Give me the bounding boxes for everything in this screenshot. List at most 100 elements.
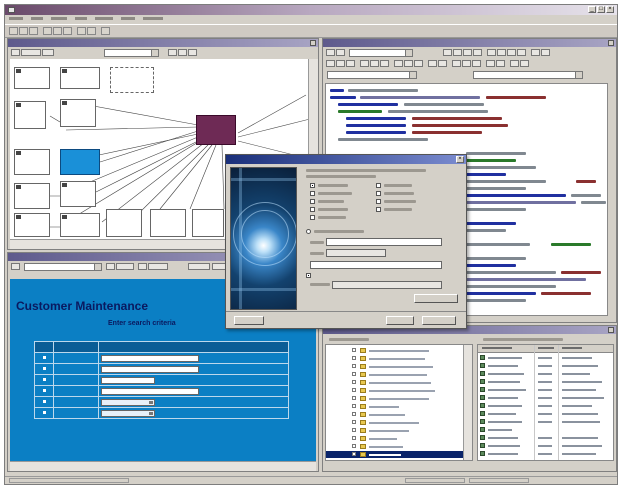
diagram-entity[interactable] <box>110 67 154 93</box>
toolbar-button[interactable] <box>87 27 96 35</box>
toolbar-button[interactable] <box>497 49 506 56</box>
location-dropdown[interactable] <box>326 249 386 257</box>
toolbar-button[interactable] <box>53 27 62 35</box>
event-selector[interactable] <box>473 71 583 79</box>
toolbar-button[interactable] <box>11 263 20 270</box>
toolbar-button[interactable] <box>336 60 345 67</box>
search-text-field[interactable] <box>101 376 155 384</box>
option-checkbox[interactable] <box>376 207 381 212</box>
dialog-button[interactable] <box>234 316 264 325</box>
toolbar-button[interactable] <box>29 27 38 35</box>
toolbar-button[interactable] <box>326 60 335 67</box>
chevron-down-icon[interactable] <box>409 72 416 78</box>
list-item[interactable] <box>478 370 613 377</box>
toolbar-button[interactable] <box>541 49 550 56</box>
toolbar-button[interactable] <box>462 60 471 67</box>
option-checkbox[interactable] <box>376 183 381 188</box>
diagram-entity[interactable] <box>60 181 96 207</box>
diagram-entity[interactable] <box>60 67 100 89</box>
toolbar-button[interactable] <box>336 49 345 56</box>
menu-item[interactable] <box>142 16 163 20</box>
search-select[interactable] <box>101 398 155 406</box>
toolbar-button[interactable] <box>346 60 355 67</box>
dialog-button[interactable] <box>422 316 456 325</box>
list-item[interactable] <box>478 450 613 457</box>
toolbar-button[interactable] <box>21 49 41 56</box>
search-select[interactable] <box>101 409 155 417</box>
toolbar-button[interactable] <box>43 27 52 35</box>
toolbar-button[interactable] <box>168 49 177 56</box>
expand-icon[interactable] <box>352 404 356 408</box>
expand-icon[interactable] <box>352 372 356 376</box>
toolbar-button[interactable] <box>463 49 472 56</box>
toolbar-button[interactable] <box>443 49 452 56</box>
close-icon[interactable]: × <box>456 156 464 163</box>
list-item[interactable] <box>478 418 613 425</box>
toolbar-button[interactable] <box>116 263 134 270</box>
list-item[interactable] <box>478 394 613 401</box>
option-radio[interactable] <box>306 229 311 234</box>
vertical-scrollbar[interactable] <box>463 345 472 460</box>
option-checkbox[interactable] <box>376 191 381 196</box>
menu-item[interactable] <box>50 16 67 20</box>
maximize-icon[interactable]: □ <box>597 6 605 13</box>
toolbar-button[interactable] <box>370 60 379 67</box>
close-icon[interactable] <box>310 40 316 46</box>
object-dropdown[interactable] <box>349 49 413 57</box>
diagram-central-entity[interactable] <box>196 115 236 145</box>
toolbar-button[interactable] <box>394 60 403 67</box>
option-checkbox[interactable] <box>306 273 311 278</box>
toolbar-button[interactable] <box>178 49 187 56</box>
object-selector[interactable] <box>327 71 417 79</box>
option-checkbox[interactable] <box>310 215 315 220</box>
toolbar-button[interactable] <box>438 60 447 67</box>
toolbar-button[interactable] <box>520 60 529 67</box>
close-icon[interactable] <box>608 327 614 333</box>
expand-icon[interactable] <box>352 436 356 440</box>
expand-icon[interactable] <box>352 420 356 424</box>
toolbar-button[interactable] <box>510 60 519 67</box>
list-item[interactable] <box>478 362 613 369</box>
menu-item[interactable] <box>74 16 87 20</box>
list-item[interactable] <box>478 442 613 449</box>
name-field[interactable] <box>326 238 442 246</box>
toolbar-button[interactable] <box>453 49 462 56</box>
minimize-icon[interactable]: _ <box>588 6 596 13</box>
menu-item[interactable] <box>30 16 43 20</box>
list-item[interactable] <box>478 434 613 441</box>
toolbar-button[interactable] <box>496 60 505 67</box>
toolbar-button[interactable] <box>106 263 115 270</box>
diagram-entity[interactable] <box>14 149 50 175</box>
toolbar-button[interactable] <box>138 263 147 270</box>
option-checkbox[interactable] <box>376 199 381 204</box>
toolbar-button[interactable] <box>517 49 526 56</box>
option-checkbox[interactable] <box>310 199 315 204</box>
expand-icon[interactable] <box>352 388 356 392</box>
diagram-entity[interactable] <box>150 209 186 237</box>
toolbar-button[interactable] <box>487 49 496 56</box>
toolbar-button[interactable] <box>507 49 516 56</box>
toolbar-button[interactable] <box>360 60 369 67</box>
diagram-entity[interactable] <box>14 213 50 237</box>
toolbar-button[interactable] <box>148 263 168 270</box>
expand-icon[interactable] <box>352 356 356 360</box>
toolbar-button[interactable] <box>414 60 423 67</box>
chevron-down-icon[interactable] <box>94 264 101 270</box>
expand-icon[interactable] <box>352 444 356 448</box>
path-field[interactable] <box>310 261 442 269</box>
toolbar-button[interactable] <box>77 27 86 35</box>
diagram-entity[interactable] <box>60 99 96 127</box>
folder-tree[interactable] <box>325 344 473 461</box>
option-checkbox[interactable] <box>310 183 315 188</box>
close-icon[interactable]: × <box>606 6 614 13</box>
dialog-button[interactable] <box>386 316 414 325</box>
chevron-down-icon[interactable] <box>575 72 582 78</box>
toolbar-button[interactable] <box>11 49 20 56</box>
toolbar-button[interactable] <box>486 60 495 67</box>
expand-icon[interactable] <box>352 380 356 384</box>
toolbar-button[interactable] <box>428 60 437 67</box>
expand-icon[interactable] <box>352 348 356 352</box>
diagram-entity[interactable] <box>60 213 100 237</box>
option-checkbox[interactable] <box>310 191 315 196</box>
chevron-down-icon[interactable] <box>405 50 412 56</box>
